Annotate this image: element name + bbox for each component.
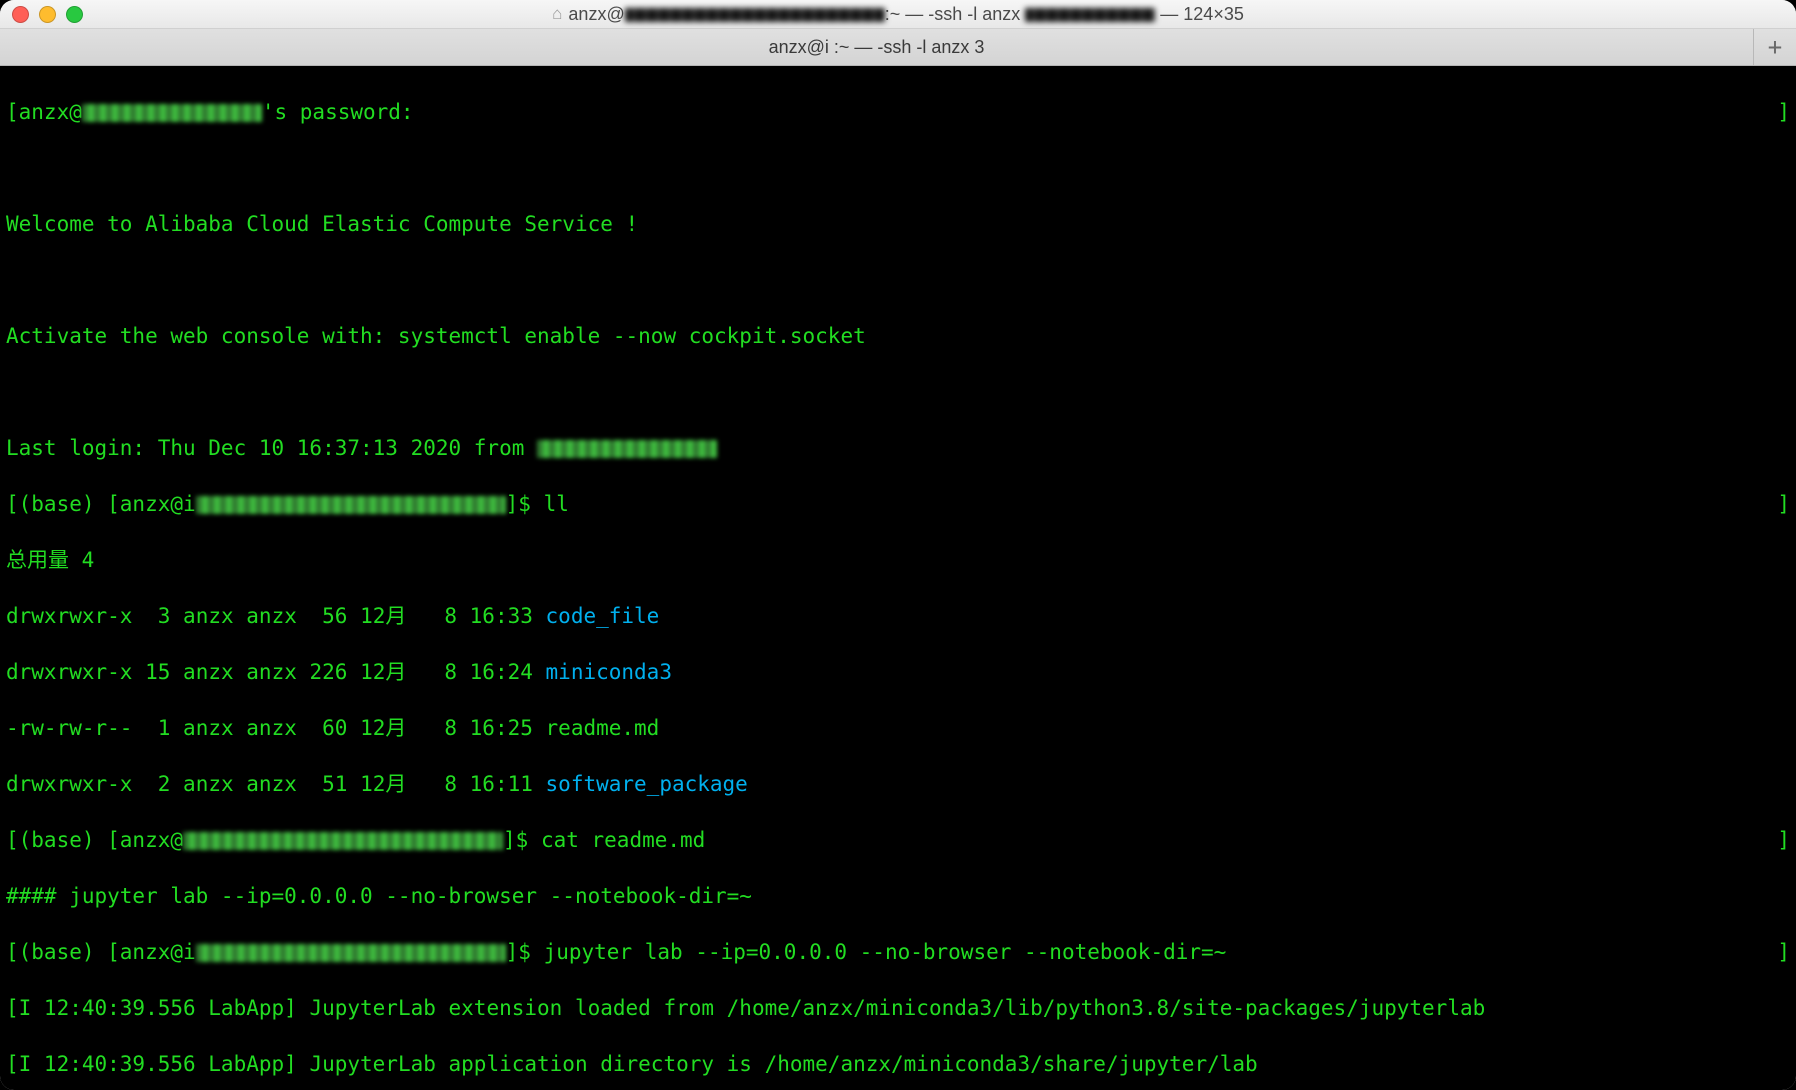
new-tab-button[interactable]: +	[1754, 29, 1796, 65]
window-title: ⌂ anzx@:~ — -ssh -l anzx — 124×35	[0, 4, 1796, 25]
home-icon: ⌂	[552, 4, 562, 24]
ls-entry: code_file	[546, 604, 660, 628]
ls-entry: software_package	[546, 772, 748, 796]
minimize-icon[interactable]	[39, 6, 56, 23]
welcome-line: Welcome to Alibaba Cloud Elastic Compute…	[6, 210, 1790, 238]
readme-content: #### jupyter lab --ip=0.0.0.0 --no-brows…	[6, 882, 1790, 910]
terminal-body[interactable]: [anzx@'s password:] Welcome to Alibaba C…	[0, 66, 1796, 1090]
ls-entry: readme.md	[546, 716, 660, 740]
plus-icon: +	[1768, 33, 1782, 61]
tab-label: anzx@i :~ — -ssh -l anzx 3	[769, 37, 985, 58]
tab-active[interactable]: anzx@i :~ — -ssh -l anzx 3	[0, 29, 1754, 65]
zoom-icon[interactable]	[66, 6, 83, 23]
window-titlebar[interactable]: ⌂ anzx@:~ — -ssh -l anzx — 124×35	[0, 0, 1796, 29]
activate-line: Activate the web console with: systemctl…	[6, 322, 1790, 350]
terminal-window: ⌂ anzx@:~ — -ssh -l anzx — 124×35 anzx@i…	[0, 0, 1796, 1090]
ls-entry: miniconda3	[546, 660, 672, 684]
tab-bar: anzx@i :~ — -ssh -l anzx 3 +	[0, 29, 1796, 66]
close-icon[interactable]	[12, 6, 29, 23]
traffic-lights	[12, 6, 83, 23]
